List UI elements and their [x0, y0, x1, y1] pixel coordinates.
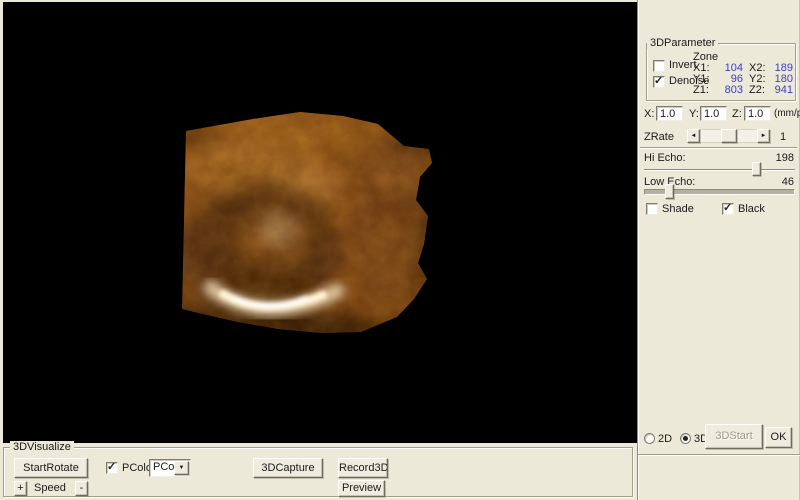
- hi-echo-slider-thumb[interactable]: [752, 162, 761, 176]
- check-icon: ✓: [107, 460, 116, 473]
- preview-button[interactable]: Preview: [338, 480, 385, 497]
- black-label: Black: [738, 203, 765, 215]
- hi-echo-slider-track[interactable]: [644, 169, 795, 171]
- hi-echo-label: Hi Echo:: [644, 152, 686, 164]
- speed-minus-button[interactable]: -: [75, 481, 88, 496]
- ok-button[interactable]: OK: [765, 427, 792, 448]
- denoise-checkbox[interactable]: ✓: [653, 76, 665, 88]
- black-checkbox[interactable]: ✓: [722, 203, 734, 215]
- speed-label: Speed: [34, 482, 66, 494]
- scale-unit-label: (mm/p): [774, 108, 800, 119]
- 3dvisualize-group-title: 3DVisualize: [10, 441, 74, 453]
- zrate-label: ZRate: [644, 131, 674, 143]
- 3dvisualize-group: 3DVisualize StartRotate ✓ PColor PColor …: [3, 447, 633, 497]
- ultrasound-render: [3, 2, 637, 443]
- application-window: 3DParameter Invert ✓ Denoise Zone X1: 10…: [0, 0, 800, 500]
- y-scale-label: Y:: [689, 108, 699, 120]
- separator: [638, 454, 800, 455]
- chevron-down-icon[interactable]: ▼: [174, 461, 189, 475]
- x-scale-input[interactable]: [656, 106, 683, 121]
- 3dcapture-button[interactable]: 3DCapture: [253, 458, 323, 478]
- start-rotate-button[interactable]: StartRotate: [14, 458, 88, 478]
- invert-checkbox[interactable]: [653, 60, 665, 72]
- speed-plus-button[interactable]: +: [14, 481, 27, 496]
- scroll-right-icon[interactable]: ►: [757, 129, 770, 143]
- hi-echo-value: 198: [764, 152, 794, 164]
- parameter-panel: 3DParameter Invert ✓ Denoise Zone X1: 10…: [637, 0, 800, 500]
- zone-z2-value: 941: [767, 84, 793, 96]
- zone-z1-value: 803: [715, 84, 743, 96]
- pcolor-checkbox[interactable]: ✓: [106, 462, 118, 474]
- 3dstart-button[interactable]: 3DStart: [705, 424, 763, 449]
- shade-checkbox[interactable]: [646, 203, 658, 215]
- z-scale-label: Z:: [732, 108, 742, 120]
- y-scale-input[interactable]: [700, 106, 727, 121]
- z-scale-input[interactable]: [744, 106, 771, 121]
- scroll-left-icon[interactable]: ◄: [687, 129, 700, 143]
- mode-2d-radio[interactable]: [644, 433, 655, 444]
- 3d-viewport[interactable]: [3, 2, 637, 443]
- pcolor-combobox[interactable]: PColor ▼: [149, 459, 191, 477]
- check-icon: ✓: [654, 74, 663, 87]
- visualize-toolbar: 3DVisualize StartRotate ✓ PColor PColor …: [0, 443, 637, 500]
- low-echo-value: 46: [764, 176, 794, 188]
- zrate-scrollbar-thumb[interactable]: [721, 129, 737, 143]
- x-scale-label: X:: [644, 108, 654, 120]
- shade-label: Shade: [662, 203, 694, 215]
- zrate-value: 1: [780, 131, 786, 143]
- zrate-scrollbar[interactable]: ◄ ►: [687, 129, 770, 143]
- record3d-button[interactable]: Record3D: [338, 458, 388, 478]
- check-icon: ✓: [723, 201, 732, 214]
- mode-2d-label: 2D: [658, 433, 672, 445]
- 3dparameter-group: 3DParameter Invert ✓ Denoise Zone X1: 10…: [646, 43, 796, 101]
- mode-3d-radio[interactable]: [680, 433, 691, 444]
- 3dparameter-group-title: 3DParameter: [647, 37, 718, 49]
- zone-z1-label: Z1:: [693, 84, 709, 96]
- zone-z2-label: Z2:: [749, 84, 765, 96]
- low-echo-slider-thumb[interactable]: [665, 184, 674, 199]
- separator: [640, 147, 797, 148]
